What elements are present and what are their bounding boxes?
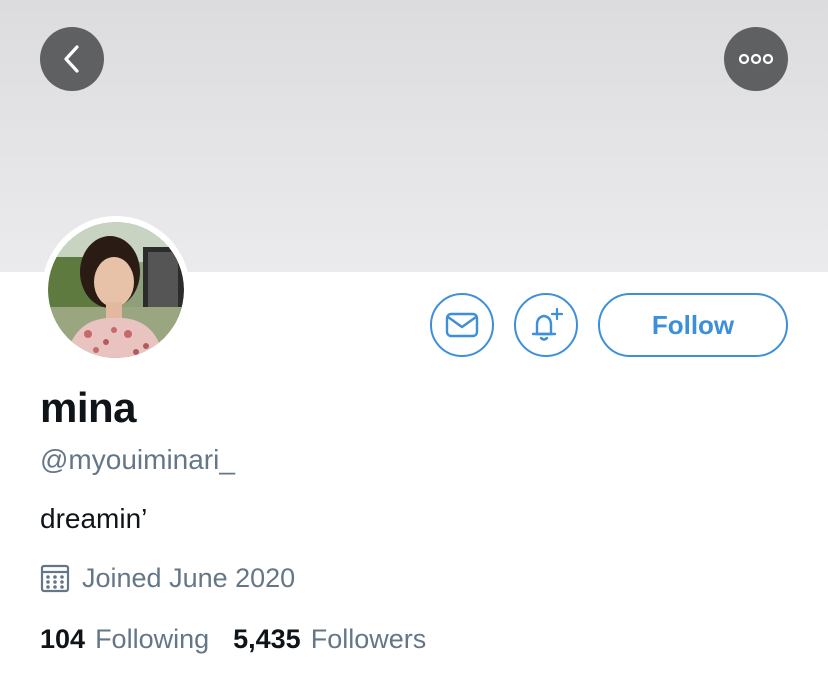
profile-photo — [48, 222, 184, 358]
joined-text: Joined June 2020 — [82, 562, 296, 593]
followers-link[interactable]: 5,435 Followers — [233, 624, 426, 655]
joined-date: Joined June 2020 — [40, 562, 295, 594]
followers-label: Followers — [310, 623, 427, 654]
followers-count: 5,435 — [233, 623, 301, 654]
bell-plus-icon — [531, 307, 564, 341]
calendar-icon — [40, 564, 70, 593]
display-name: mina — [40, 384, 137, 431]
back-button[interactable] — [40, 27, 104, 91]
user-handle: @myouiminari_ — [40, 444, 235, 475]
more-options-button[interactable] — [724, 27, 788, 91]
avatar[interactable] — [42, 216, 190, 364]
following-count: 104 — [40, 623, 86, 654]
more-horizontal-icon — [738, 53, 774, 65]
message-button[interactable] — [430, 293, 494, 357]
envelope-icon — [445, 312, 479, 338]
follow-stats: 104 Following 5,435 Followers — [40, 622, 426, 656]
chevron-left-icon — [64, 45, 79, 73]
notifications-button[interactable] — [514, 293, 578, 357]
profile-page: Follow mina @myouiminari_ dreamin’ Joine… — [0, 0, 828, 676]
following-label: Following — [95, 623, 210, 654]
following-link[interactable]: 104 Following — [40, 624, 209, 655]
bio: dreamin’ — [40, 503, 148, 534]
follow-button[interactable]: Follow — [598, 293, 788, 357]
